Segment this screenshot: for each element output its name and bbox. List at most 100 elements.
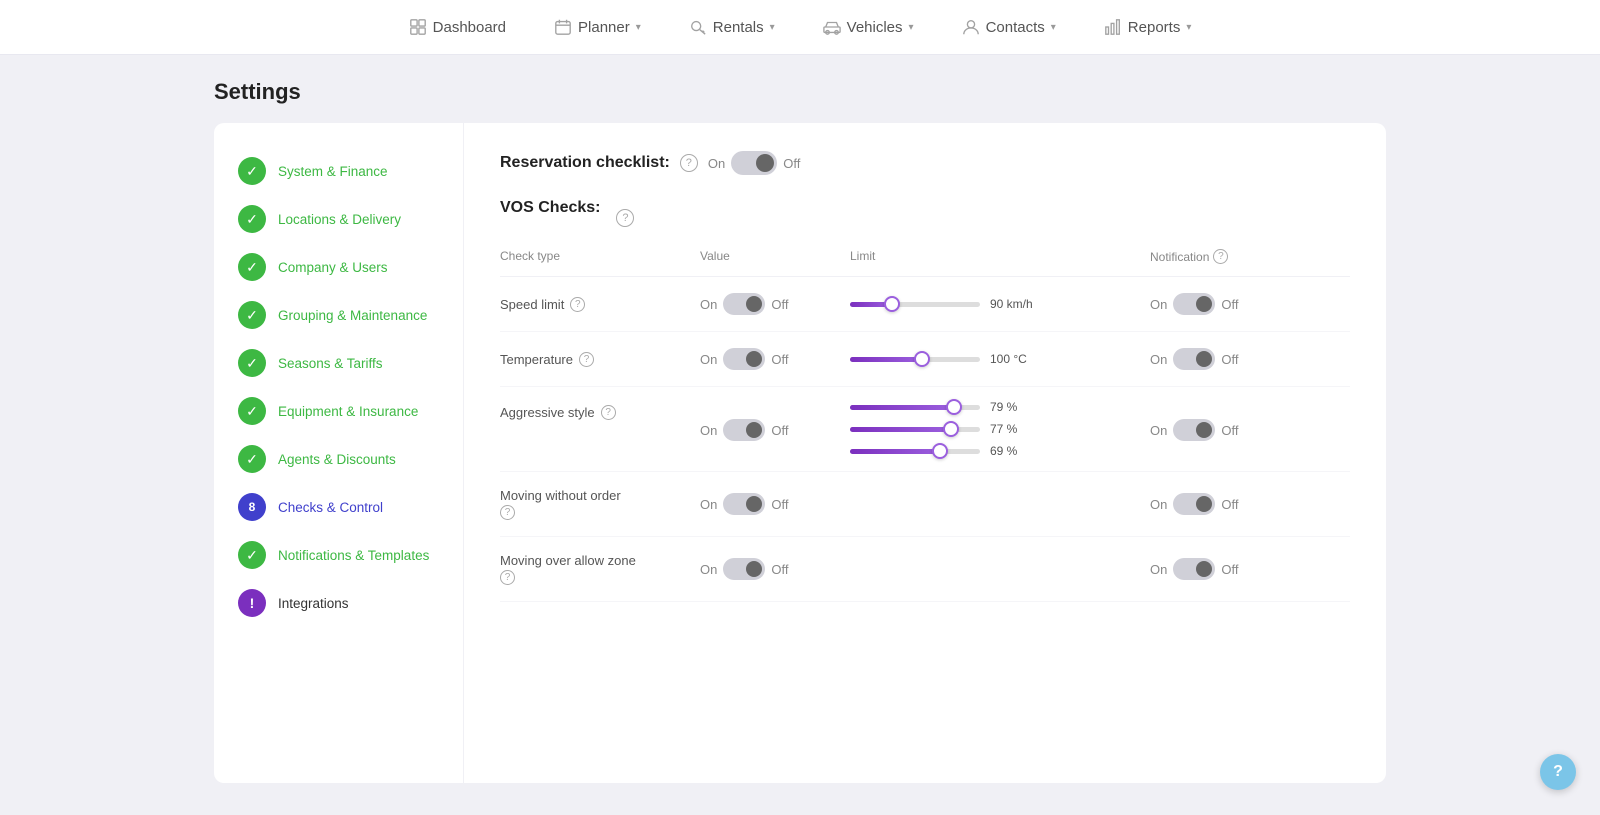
toggle-thumb — [1196, 496, 1212, 512]
speed-notif-cell: On Off — [1150, 293, 1350, 315]
menu-item-notifications[interactable]: ✓ Notifications & Templates — [230, 531, 447, 579]
temp-on-label: On — [700, 352, 717, 367]
menu-item-equipment[interactable]: ✓ Equipment & Insurance — [230, 387, 447, 435]
settings-card: ✓ System & Finance ✓ Locations & Deliver… — [214, 123, 1386, 783]
nav-item-dashboard[interactable]: Dashboard — [401, 12, 514, 42]
speed-notif-off: Off — [1221, 297, 1238, 312]
checks-icon-circle: 8 — [238, 493, 266, 521]
nav-rentals-label: Rentals — [713, 19, 764, 36]
settings-left-menu: ✓ System & Finance ✓ Locations & Deliver… — [214, 123, 464, 783]
contacts-chevron: ▾ — [1051, 22, 1056, 33]
moving-oz-help-icon[interactable]: ? — [500, 570, 515, 585]
aggressive-slider-2[interactable] — [850, 421, 980, 437]
system-icon-circle: ✓ — [238, 157, 266, 185]
speed-slider[interactable] — [850, 296, 980, 312]
aggressive-val-2: 77 % — [990, 422, 1042, 436]
toggle-thumb — [746, 296, 762, 312]
exclamation-icon: ! — [250, 595, 255, 611]
vos-checks-label: VOS Checks: — [500, 199, 600, 217]
moving-oz-toggle[interactable] — [723, 558, 765, 580]
main-area: Settings ✓ System & Finance ✓ Locations … — [194, 55, 1406, 815]
checks-badge: 8 — [249, 500, 256, 514]
slider-thumb — [884, 296, 900, 312]
help-button[interactable]: ? — [1540, 754, 1576, 790]
slider-thumb — [932, 443, 948, 459]
aggressive-help-icon[interactable]: ? — [601, 405, 616, 420]
nav-item-rentals[interactable]: Rentals ▾ — [681, 12, 783, 42]
toggle-thumb — [1196, 351, 1212, 367]
speed-limit-help-icon[interactable]: ? — [570, 297, 585, 312]
moving-oz-on: On — [700, 562, 717, 577]
slider-thumb — [914, 351, 930, 367]
aggressive-value-cell: On Off — [700, 399, 850, 441]
nav-item-vehicles[interactable]: Vehicles ▾ — [815, 12, 922, 42]
aggressive-slider-1[interactable] — [850, 399, 980, 415]
notification-help-icon[interactable]: ? — [1213, 249, 1228, 264]
rentals-chevron: ▾ — [770, 22, 775, 33]
temp-limit-cell: 100 °C — [850, 351, 1150, 367]
aggressive-slider-3[interactable] — [850, 443, 980, 459]
vos-help-icon[interactable]: ? — [616, 209, 634, 227]
slider-thumb — [946, 399, 962, 415]
locations-icon-circle: ✓ — [238, 205, 266, 233]
nav-item-reports[interactable]: Reports ▾ — [1096, 12, 1200, 42]
menu-integrations-label: Integrations — [278, 596, 349, 611]
moving-wo-toggle[interactable] — [723, 493, 765, 515]
speed-slider-value: 90 km/h — [990, 297, 1042, 311]
temp-help-icon[interactable]: ? — [579, 352, 594, 367]
company-icon-circle: ✓ — [238, 253, 266, 281]
aggressive-toggle[interactable] — [723, 419, 765, 441]
sidebar-left — [0, 55, 194, 815]
reservation-checklist-row: Reservation checklist: ? On Off — [500, 151, 1350, 175]
integrations-icon-circle: ! — [238, 589, 266, 617]
speed-notif-on: On — [1150, 297, 1167, 312]
menu-seasons-label: Seasons & Tariffs — [278, 356, 383, 371]
grouping-icon-circle: ✓ — [238, 301, 266, 329]
reservation-help-icon[interactable]: ? — [680, 154, 698, 172]
check-icon: ✓ — [246, 403, 258, 420]
temp-slider[interactable] — [850, 351, 980, 367]
moving-wo-notif-toggle[interactable] — [1173, 493, 1215, 515]
menu-item-checks[interactable]: 8 Checks & Control — [230, 483, 447, 531]
aggressive-label: Aggressive style — [500, 405, 595, 420]
speed-toggle[interactable] — [723, 293, 765, 315]
menu-item-grouping[interactable]: ✓ Grouping & Maintenance — [230, 291, 447, 339]
nav-item-planner[interactable]: Planner ▾ — [546, 12, 649, 42]
page-title: Settings — [214, 79, 1386, 105]
menu-item-integrations[interactable]: ! Integrations — [230, 579, 447, 627]
car-icon — [823, 18, 841, 36]
aggressive-limit-row-1: 79 % — [850, 399, 1150, 415]
speed-off-label: Off — [771, 297, 788, 312]
menu-item-locations[interactable]: ✓ Locations & Delivery — [230, 195, 447, 243]
toggle-thumb — [1196, 561, 1212, 577]
aggressive-on-label: On — [700, 423, 717, 438]
speed-notif-toggle[interactable] — [1173, 293, 1215, 315]
aggressive-val-1: 79 % — [990, 400, 1042, 414]
temp-toggle[interactable] — [723, 348, 765, 370]
toggle-thumb — [746, 561, 762, 577]
menu-item-company[interactable]: ✓ Company & Users — [230, 243, 447, 291]
moving-wo-help-icon[interactable]: ? — [500, 505, 515, 520]
slider-track — [850, 302, 980, 307]
content-area: Reservation checklist: ? On Off VOS Chec… — [464, 123, 1386, 783]
reservation-toggle[interactable] — [731, 151, 777, 175]
col-value: Value — [700, 249, 850, 264]
aggressive-type: Aggressive style ? — [500, 399, 700, 420]
reservation-on-label: On — [708, 156, 725, 171]
aggressive-limit-row-3: 69 % — [850, 443, 1150, 459]
nav-item-contacts[interactable]: Contacts ▾ — [954, 12, 1064, 42]
menu-item-seasons[interactable]: ✓ Seasons & Tariffs — [230, 339, 447, 387]
moving-oz-notif-toggle[interactable] — [1173, 558, 1215, 580]
aggressive-off-label: Off — [771, 423, 788, 438]
aggressive-notif-toggle[interactable] — [1173, 419, 1215, 441]
moving-wo-value-cell: On Off — [700, 493, 850, 515]
menu-item-agents[interactable]: ✓ Agents & Discounts — [230, 435, 447, 483]
aggressive-notif-on: On — [1150, 423, 1167, 438]
aggressive-val-3: 69 % — [990, 444, 1042, 458]
temp-notif-toggle[interactable] — [1173, 348, 1215, 370]
menu-item-system[interactable]: ✓ System & Finance — [230, 147, 447, 195]
vos-row-speed-limit: Speed limit ? On Off — [500, 277, 1350, 332]
reservation-checklist-label: Reservation checklist: — [500, 154, 670, 172]
moving-wo-type: Moving without order ? — [500, 488, 700, 520]
toggle-thumb — [1196, 422, 1212, 438]
